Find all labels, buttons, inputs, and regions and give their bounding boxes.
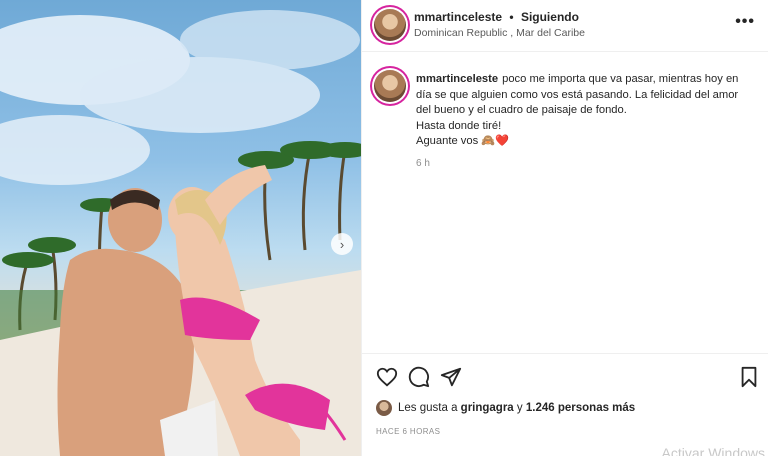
caption-line-3: del bueno y el cuadro de paisaje de fond…: [416, 104, 627, 116]
author-avatar[interactable]: [374, 9, 406, 41]
caption-line-4: Hasta donde tiré!: [416, 119, 502, 132]
post-actions: Les gusta a gringagra y 1.246 personas m…: [362, 353, 768, 456]
caption-username[interactable]: mmartinceleste: [416, 73, 498, 85]
caption-time-ago[interactable]: 6 h: [416, 158, 430, 169]
caption-text-1: poco me importa que va pasar, mientras h…: [502, 73, 739, 85]
chevron-right-icon: ›: [339, 236, 345, 252]
next-photo-button[interactable]: ›: [331, 233, 353, 255]
more-horizontal-icon: •••: [735, 13, 755, 30]
likes-summary: Les gusta a gringagra y 1.246 personas m…: [376, 400, 635, 416]
likes-count-link[interactable]: 1.246 personas más: [526, 402, 635, 414]
caption-line-5: Aguante vos 🙈❤️: [416, 135, 510, 147]
share-icon[interactable]: [440, 366, 462, 388]
likes-middle: y: [516, 402, 523, 414]
more-options-button[interactable]: •••: [735, 13, 755, 31]
author-username[interactable]: mmartinceleste: [414, 10, 502, 24]
post-details-panel: mmartinceleste • Siguiendo Dominican Rep…: [361, 0, 768, 456]
liker-username[interactable]: gringagra: [461, 402, 514, 414]
separator-dot: •: [509, 10, 514, 24]
caption-author-avatar[interactable]: [374, 70, 406, 102]
liker-avatar[interactable]: [376, 400, 392, 416]
post-header: mmartinceleste • Siguiendo Dominican Rep…: [362, 0, 768, 52]
caption-line-2: día se que alguien como vos está pasando…: [416, 88, 739, 101]
author-line: mmartinceleste • Siguiendo: [414, 10, 579, 24]
bookmark-icon[interactable]: [738, 366, 760, 388]
heart-icon[interactable]: [376, 366, 398, 388]
windows-activation-watermark: Activar Windows: [661, 445, 765, 456]
location-link[interactable]: Dominican Republic , Mar del Caribe: [414, 27, 585, 39]
caption-text: mmartinceleste poco me importa que va pas…: [416, 72, 756, 150]
post-photo[interactable]: ›: [0, 0, 361, 456]
posted-at[interactable]: HACE 6 HORAS: [376, 427, 440, 436]
likes-prefix: Les gusta a: [398, 402, 458, 414]
comment-icon[interactable]: [408, 366, 430, 388]
follow-status-button[interactable]: Siguiendo: [521, 10, 579, 24]
post-photo-illustration: [0, 10, 361, 456]
caption-line-1: mmartinceleste poco me importa que va pas…: [416, 72, 756, 88]
